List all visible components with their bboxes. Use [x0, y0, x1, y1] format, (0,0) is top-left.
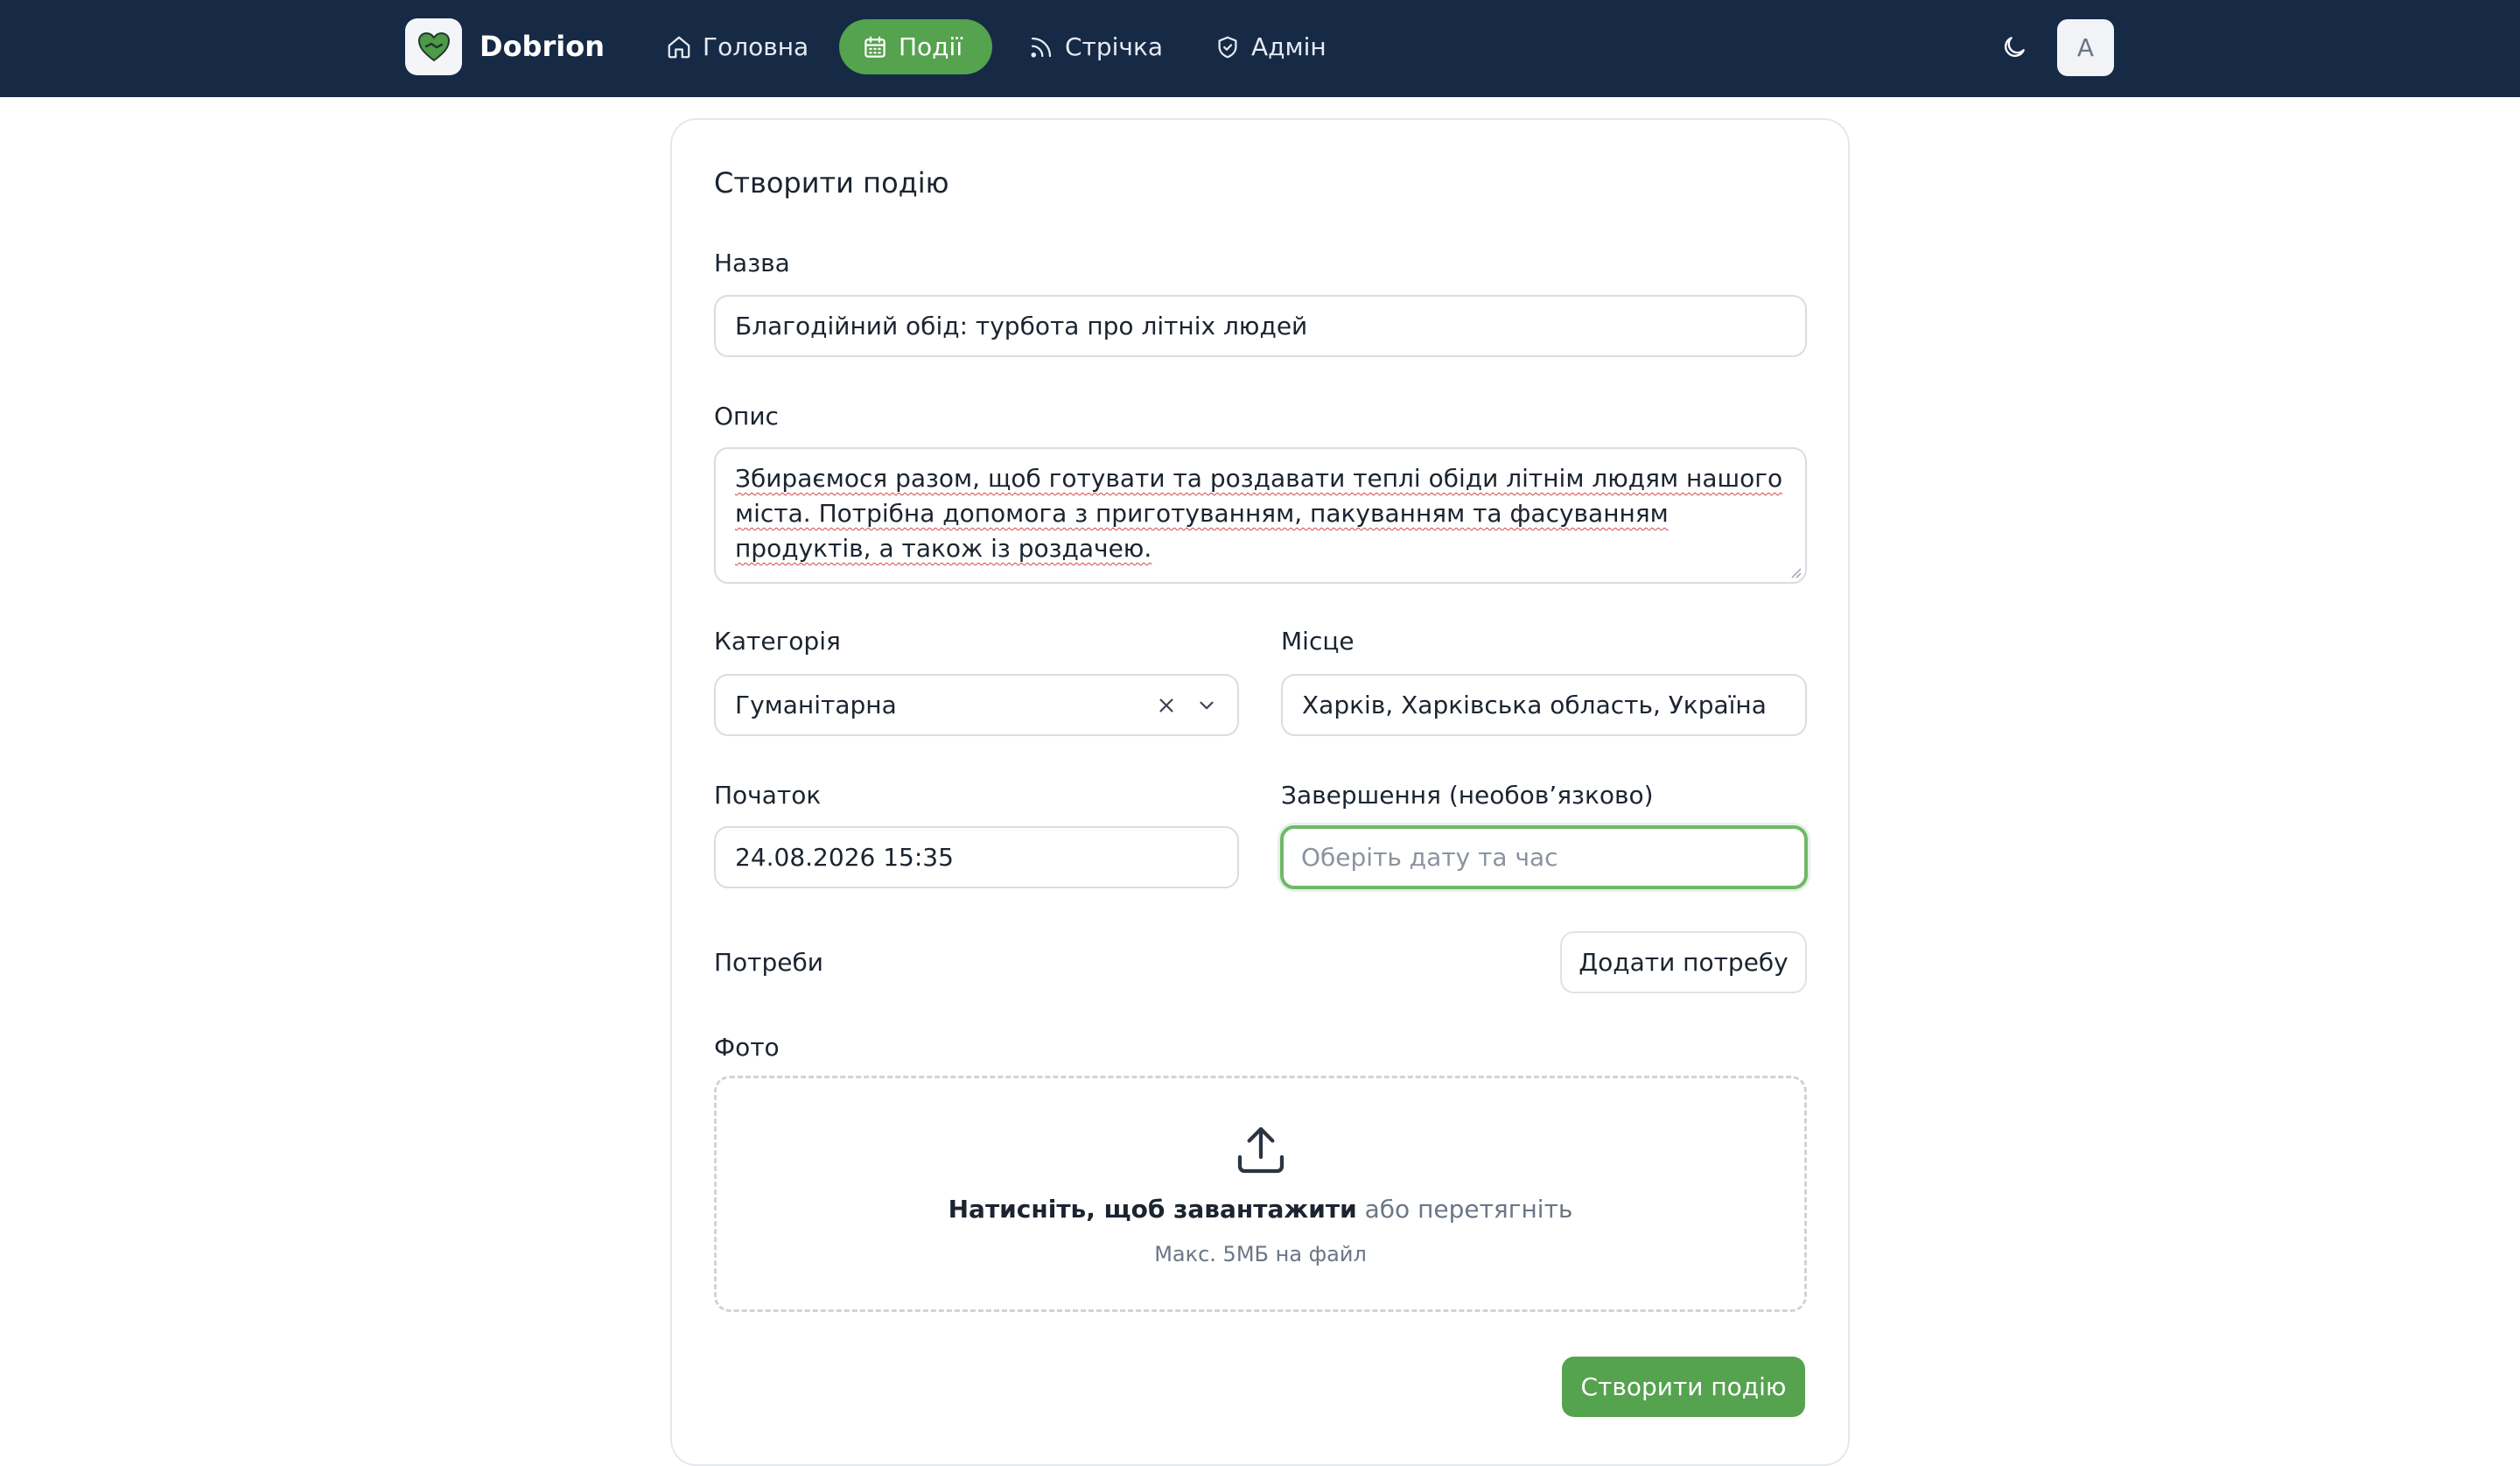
create-event-button[interactable]: Створити подію: [1562, 1357, 1805, 1417]
nav-item-admin[interactable]: Адмін: [1190, 19, 1351, 74]
home-icon: [668, 36, 690, 58]
end-datetime-input[interactable]: Оберіть дату та час: [1280, 825, 1808, 889]
clear-icon[interactable]: [1155, 694, 1178, 717]
nav-item-label: Головна: [703, 32, 809, 61]
shield-icon: [1218, 36, 1237, 58]
chevron-down-icon[interactable]: [1195, 694, 1218, 717]
start-datetime-value: 24.08.2026 15:35: [735, 843, 954, 872]
end-label: Завершення (необов’язково): [1281, 781, 1654, 810]
nav-item-label: Стрічка: [1065, 32, 1164, 61]
theme-toggle-button[interactable]: [1998, 32, 2030, 63]
start-datetime-input[interactable]: 24.08.2026 15:35: [714, 826, 1239, 888]
description-label: Опис: [714, 402, 779, 431]
category-select[interactable]: Гуманітарна: [714, 674, 1239, 736]
name-label: Назва: [714, 249, 790, 277]
description-textarea[interactable]: Збираємося разом, щоб готувати та роздав…: [714, 447, 1807, 584]
upload-instruction: Натисніть, щоб завантажити або перетягні…: [717, 1192, 1804, 1227]
rss-icon: [1031, 37, 1052, 58]
page-title: Створити подію: [714, 166, 949, 200]
start-label: Початок: [714, 781, 822, 810]
nav-item-label: Адмін: [1251, 32, 1326, 61]
upload-hint: Макс. 5МБ на файл: [1154, 1242, 1367, 1266]
nav-item-events[interactable]: Події: [839, 19, 992, 74]
name-input-value: Благодійний обід: турбота про літніх люд…: [735, 312, 1308, 340]
photo-dropzone[interactable]: Натисніть, щоб завантажити або перетягні…: [714, 1076, 1807, 1312]
avatar[interactable]: A: [2057, 19, 2114, 76]
upload-icon: [1237, 1126, 1284, 1174]
add-need-button[interactable]: Додати потребу: [1560, 931, 1807, 993]
name-input[interactable]: Благодійний обід: турбота про літніх люд…: [714, 295, 1807, 357]
category-label: Категорія: [714, 627, 841, 656]
nav-item-home[interactable]: Головна: [641, 19, 833, 74]
moon-icon: [2005, 37, 2025, 57]
place-label: Місце: [1281, 627, 1354, 656]
calendar-icon: [864, 36, 886, 58]
heart-logo-icon: [417, 32, 450, 61]
upload-drag-text: або перетягніть: [1364, 1195, 1573, 1224]
top-navbar: Dobrion Головна Події Стрічка Адмін A: [0, 0, 2520, 97]
end-datetime-placeholder: Оберіть дату та час: [1301, 843, 1558, 872]
photo-label: Фото: [714, 1033, 780, 1062]
description-value: Збираємося разом, щоб готувати та роздав…: [735, 464, 1783, 563]
nav-item-label: Події: [899, 32, 963, 61]
upload-link[interactable]: Натисніть, щоб завантажити: [948, 1195, 1357, 1224]
brand-name[interactable]: Dobrion: [480, 26, 605, 67]
nav-item-feed[interactable]: Стрічка: [1004, 19, 1187, 74]
logo[interactable]: [405, 18, 462, 75]
place-input-value: Харків, Харківська область, Україна: [1302, 691, 1767, 719]
place-input[interactable]: Харків, Харківська область, Україна: [1281, 674, 1807, 736]
needs-label: Потреби: [714, 948, 823, 977]
resize-handle-icon[interactable]: [1789, 566, 1802, 579]
category-value: Гуманітарна: [735, 691, 897, 719]
